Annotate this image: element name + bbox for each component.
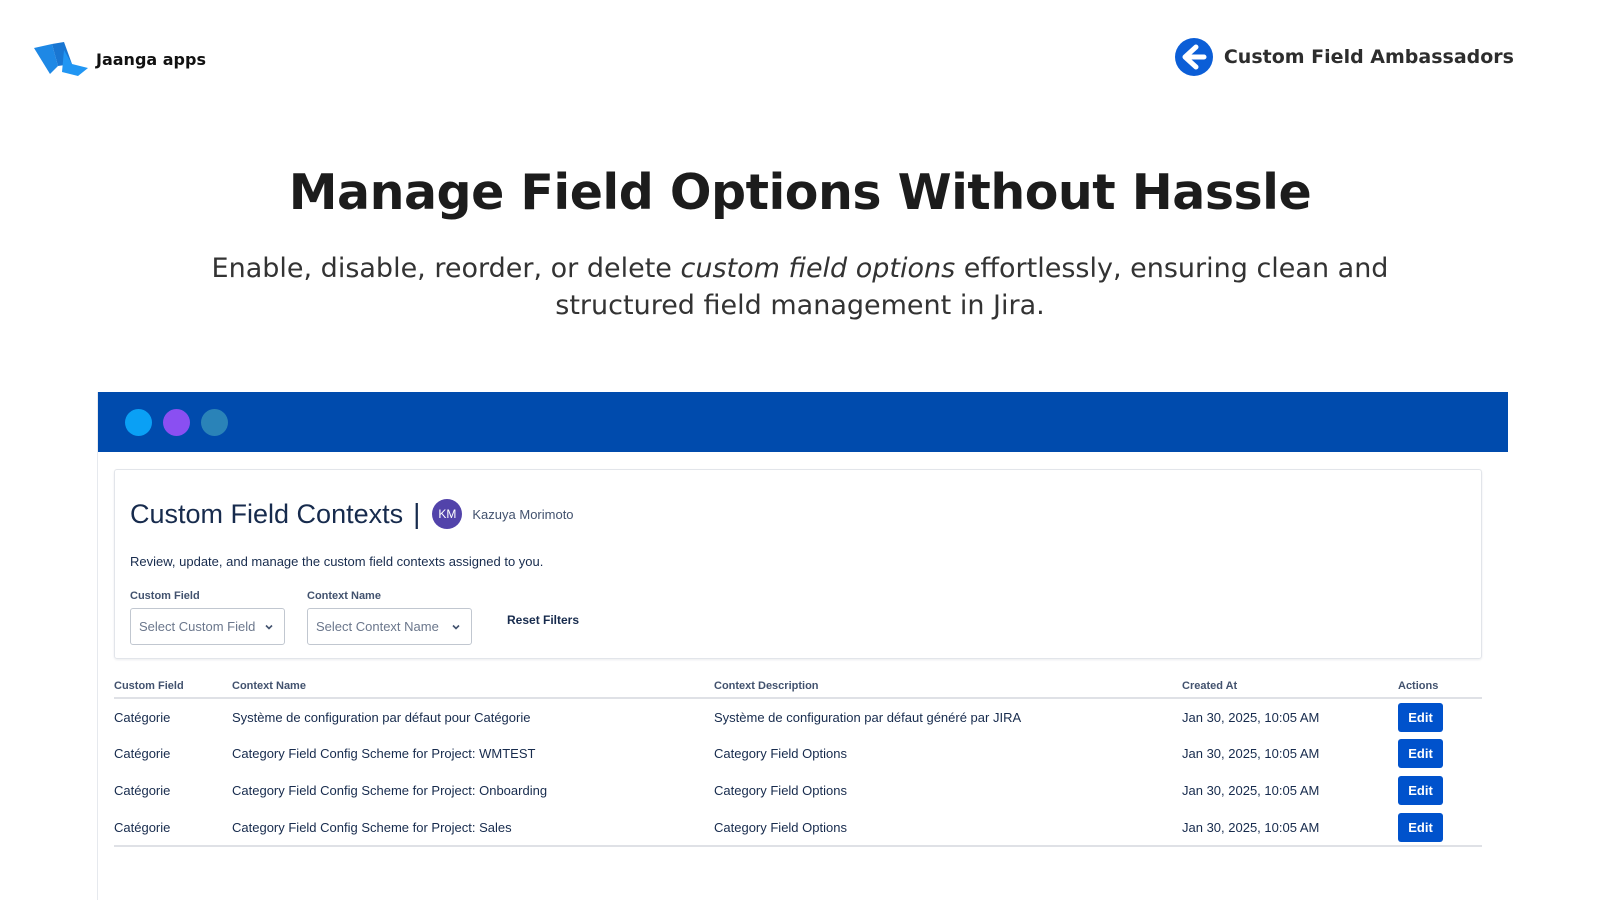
cell-context-description: Category Field Options [714,783,847,798]
cell-custom-field: Catégorie [114,746,171,761]
cell-context-description: Système de configuration par défaut géné… [714,709,1022,725]
hero-subtitle-emphasis: custom field options [680,253,956,284]
brand-name: Jaanga apps [96,49,206,69]
custom-field-select[interactable]: Select Custom Field [130,608,285,645]
custom-field-filter: Custom Field Select Custom Field [130,590,285,645]
context-name-select[interactable]: Select Context Name [307,608,472,645]
cell-context-name: Système de configuration par défaut pour… [232,709,531,725]
column-header-context-name[interactable]: Context Name [232,676,714,699]
chevron-down-icon [452,624,460,630]
contexts-table: Custom Field Context Name Context Descri… [114,676,1482,847]
reset-filters-button[interactable]: Reset Filters [507,613,579,627]
table-row: Catégorie Category Field Config Scheme f… [114,735,1482,772]
user-name: Kazuya Morimoto [472,506,574,522]
jaanga-logo-icon [34,42,88,76]
custom-field-filter-label: Custom Field [130,590,200,602]
cell-actions: Edit [1398,698,1482,735]
window-dot-teal [201,408,228,436]
product-name: Custom Field Ambassadors [1223,46,1514,68]
table-header-row: Custom Field Context Name Context Descri… [114,676,1482,699]
chevron-down-icon [265,624,273,630]
cell-context-name: Category Field Config Scheme for Project… [232,809,714,847]
edit-button[interactable]: Edit [1398,739,1443,768]
cell-created-at: Jan 30, 2025, 10:05 AM [1182,783,1320,798]
avatar[interactable]: KM [432,499,463,529]
card-header: Custom Field Contexts | KM Kazuya Morimo… [130,498,574,530]
table-row: Catégorie Category Field Config Scheme f… [114,772,1482,809]
cell-context-name: Category Field Config Scheme for Project… [232,783,548,798]
cell-custom-field: Catégorie [114,709,171,725]
edit-button[interactable]: Edit [1398,776,1443,805]
contexts-card: Custom Field Contexts | KM Kazuya Morimo… [114,469,1482,659]
custom-field-select-placeholder: Select Custom Field [139,619,256,634]
context-name-select-placeholder: Select Context Name [316,619,439,634]
cell-context-description: Category Field Options [714,809,1182,847]
edit-button[interactable]: Edit [1398,812,1443,842]
product-badge: Custom Field Ambassadors [1174,37,1514,77]
column-header-actions: Actions [1398,676,1482,699]
cell-context-description: Category Field Options [714,746,847,761]
brand: Jaanga apps [34,42,206,76]
cell-actions: Edit [1398,809,1482,847]
cell-actions: Edit [1398,735,1482,772]
window-dot-purple [163,408,190,436]
cell-actions: Edit [1398,772,1482,809]
window-title-bar [98,392,1508,452]
context-name-filter: Context Name Select Context Name [307,590,472,645]
column-header-created-at[interactable]: Created At [1182,676,1398,699]
hero-subtitle-pre: Enable, disable, reorder, or delete [211,253,681,284]
title-separator: | [413,498,421,529]
table-row: Catégorie Système de configuration par d… [114,698,1482,735]
arrow-left-circle-icon [1174,38,1213,76]
app-window: Custom Field Contexts | KM Kazuya Morimo… [97,392,1508,900]
edit-button[interactable]: Edit [1398,702,1443,732]
cell-custom-field: Catégorie [114,783,171,798]
cell-created-at: Jan 30, 2025, 10:05 AM [1182,746,1320,761]
cell-context-name: Category Field Config Scheme for Project… [232,746,536,761]
page-title: Custom Field Contexts [130,498,404,529]
cell-custom-field: Catégorie [114,809,232,847]
column-header-custom-field[interactable]: Custom Field [114,676,232,699]
hero-title: Manage Field Options Without Hassle [288,164,1312,221]
window-dot-blue [125,408,152,436]
hero-subtitle: Enable, disable, reorder, or delete cust… [200,250,1400,324]
cell-created-at: Jan 30, 2025, 10:05 AM [1182,809,1398,847]
card-description: Review, update, and manage the custom fi… [130,554,544,569]
table-row: Catégorie Category Field Config Scheme f… [114,809,1482,847]
cell-created-at: Jan 30, 2025, 10:05 AM [1182,709,1320,725]
context-name-filter-label: Context Name [307,590,381,602]
column-header-context-description[interactable]: Context Description [714,676,1182,699]
